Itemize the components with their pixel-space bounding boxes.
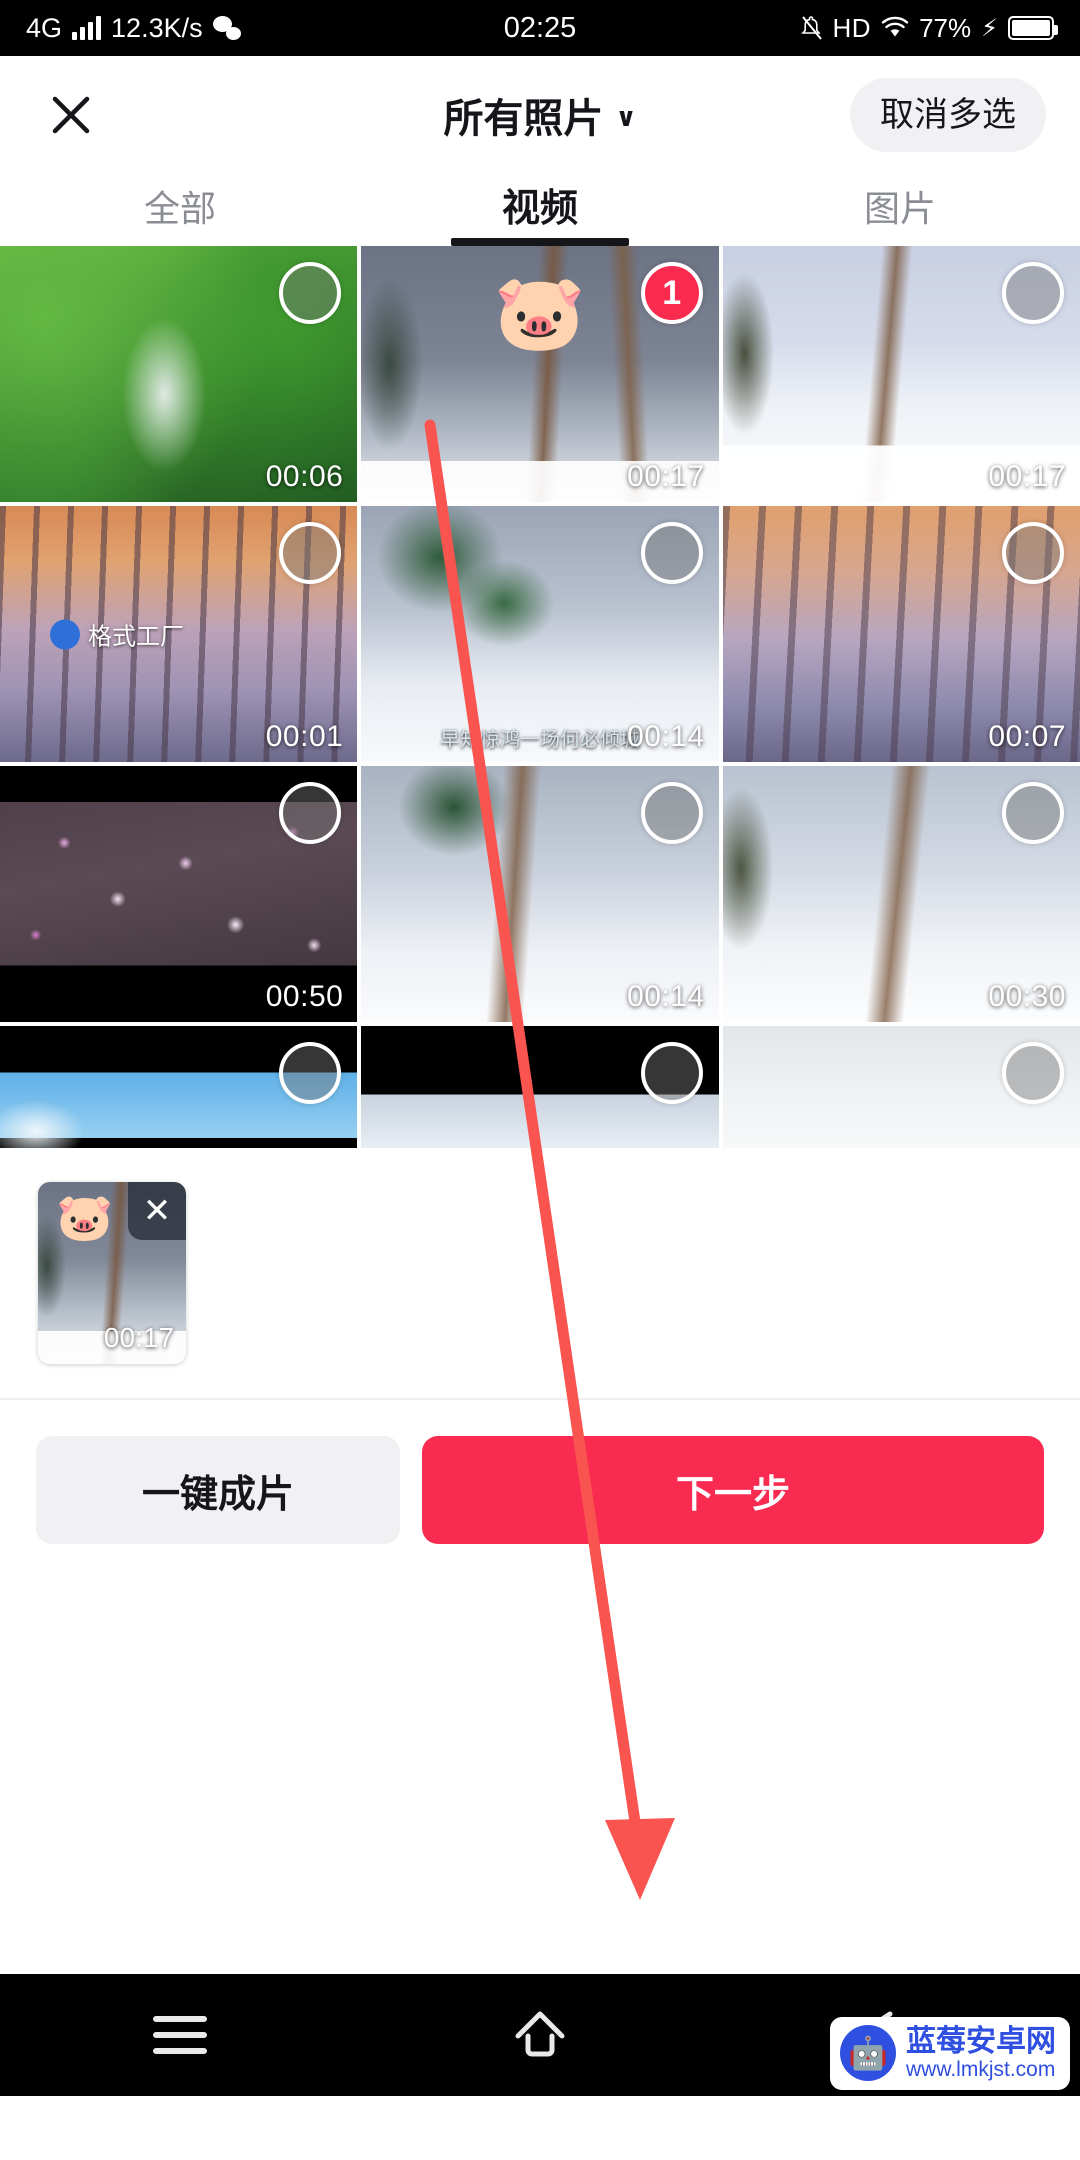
- select-circle[interactable]: [1002, 262, 1064, 324]
- pig-sticker-icon: 🐷: [56, 1191, 114, 1243]
- select-circle[interactable]: [1002, 1042, 1064, 1104]
- duration-label: 00:30: [988, 980, 1066, 1013]
- app-watermark: 格式工厂: [50, 617, 184, 652]
- select-circle[interactable]: [640, 522, 703, 584]
- selected-items-tray: 🐷 ✕ 00:17: [0, 1148, 1080, 1398]
- tab-all-label: 全部: [143, 188, 216, 229]
- select-circle[interactable]: [279, 782, 342, 844]
- select-circle[interactable]: [1002, 522, 1064, 584]
- duration-label: 00:17: [627, 460, 705, 493]
- duration-label: 00:14: [627, 720, 705, 753]
- tab-video-label: 视频: [501, 188, 578, 230]
- remove-selected-icon[interactable]: ✕: [128, 1182, 186, 1240]
- select-circle[interactable]: [279, 262, 342, 324]
- duration-label: 00:17: [103, 1322, 174, 1353]
- media-type-tabs: 全部 视频 图片: [0, 174, 1080, 246]
- network-speed-label: 12.3K/s: [111, 12, 203, 43]
- select-circle[interactable]: [1002, 782, 1064, 844]
- home-icon[interactable]: [360, 2006, 720, 2064]
- media-cell[interactable]: 格式工厂 00:01: [0, 506, 358, 762]
- media-cell-selected[interactable]: 🐷 1 00:17: [361, 246, 719, 502]
- select-circle[interactable]: [640, 782, 703, 844]
- cancel-multiselect-button[interactable]: 取消多选: [850, 78, 1046, 152]
- mute-bell-icon: [800, 15, 823, 41]
- select-circle-checked[interactable]: 1: [640, 262, 703, 324]
- media-cell[interactable]: 00:07: [722, 506, 1080, 762]
- picker-header: 所有照片 ∨ 取消多选: [0, 56, 1080, 174]
- duration-label: 00:17: [988, 460, 1066, 493]
- battery-percent-label: 77%: [919, 12, 972, 43]
- menu-icon[interactable]: [0, 2016, 360, 2054]
- pig-sticker-icon: 🐷: [493, 271, 587, 354]
- one-key-movie-button[interactable]: 一键成片: [36, 1436, 400, 1544]
- tab-video[interactable]: 视频: [360, 174, 720, 246]
- tab-image-label: 图片: [863, 188, 936, 229]
- select-circle[interactable]: [640, 1042, 703, 1104]
- tab-all[interactable]: 全部: [0, 174, 360, 246]
- watermark-url: www.lmkjst.com: [906, 2058, 1056, 2082]
- battery-icon: [1008, 16, 1058, 40]
- close-icon[interactable]: [34, 78, 108, 152]
- bottom-action-bar: 一键成片 下一步: [0, 1398, 1080, 1580]
- duration-label: 00:14: [627, 980, 705, 1013]
- select-circle[interactable]: [279, 1042, 342, 1104]
- media-cell[interactable]: [0, 1026, 358, 1148]
- media-cell[interactable]: [361, 1026, 719, 1148]
- duration-label: 00:50: [265, 980, 344, 1013]
- duration-label: 00:01: [265, 720, 344, 753]
- status-bar-right: HD 77% ⚡: [800, 12, 1058, 44]
- wifi-icon: [881, 16, 909, 40]
- media-grid: 00:06 🐷 1 00:17 00:17 格式工厂 00:01 早知惊鸿一场何…: [0, 246, 1080, 1148]
- status-bar: 4G 12.3K/s 02:25 HD 77% ⚡: [0, 0, 1080, 56]
- android-robot-icon: 🤖: [840, 2025, 896, 2082]
- hd-icon: HD: [832, 12, 872, 43]
- next-step-button[interactable]: 下一步: [422, 1436, 1044, 1544]
- network-type-label: 4G: [26, 12, 63, 43]
- watermark-logo-icon: [50, 619, 80, 649]
- duration-label: 00:07: [988, 720, 1066, 753]
- album-title-label: 所有照片: [443, 97, 604, 141]
- select-circle[interactable]: [279, 522, 342, 584]
- status-bar-left: 4G 12.3K/s: [26, 13, 241, 44]
- media-cell[interactable]: [722, 1026, 1080, 1148]
- photo-picker-sheet: 所有照片 ∨ 取消多选 全部 视频 图片 00:06 🐷 1 00:17 00:…: [0, 56, 1080, 2096]
- media-cell[interactable]: 早知惊鸿一场何必倾城 00:14: [361, 506, 719, 762]
- media-cell[interactable]: 00:06: [0, 246, 358, 502]
- watermark-label: 格式工厂: [88, 623, 184, 651]
- charging-bolt-icon: ⚡: [981, 14, 998, 42]
- selected-item-thumb[interactable]: 🐷 ✕ 00:17: [38, 1182, 186, 1364]
- media-cell[interactable]: 00:30: [722, 766, 1080, 1022]
- duration-label: 00:06: [265, 460, 344, 493]
- media-cell[interactable]: 00:14: [361, 766, 719, 1022]
- site-watermark: 🤖 蓝莓安卓网 www.lmkjst.com: [830, 2016, 1070, 2090]
- media-cell[interactable]: 00:17: [722, 246, 1080, 502]
- tab-image[interactable]: 图片: [720, 174, 1080, 246]
- signal-bars-icon: [72, 16, 102, 40]
- wechat-icon: [212, 16, 241, 40]
- media-cell[interactable]: 00:50: [0, 766, 358, 1022]
- watermark-title: 蓝莓安卓网: [906, 2024, 1056, 2058]
- chevron-down-icon: ∨: [615, 101, 637, 132]
